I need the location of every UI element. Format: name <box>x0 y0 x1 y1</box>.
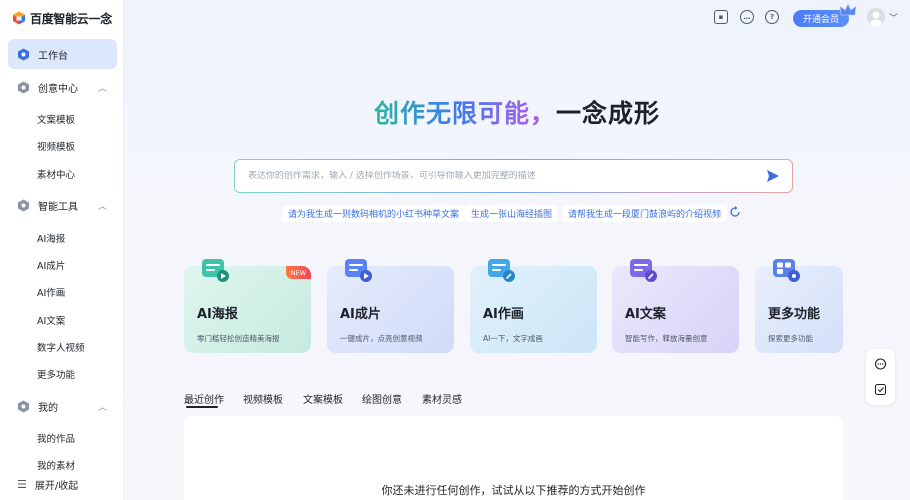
sidebar-item-ai-video[interactable]: AI成片 <box>37 258 65 272</box>
empty-state-text: 你还未进行任何创作，试试从以下推荐的方式开始创作 <box>381 484 646 497</box>
menu-icon: ☰ <box>17 478 27 491</box>
video-icon <box>345 259 372 282</box>
chevron-down-icon[interactable]: ﹀ <box>889 11 898 24</box>
feature-card-more-features[interactable]: 更多功能 探索更多功能 <box>755 259 843 353</box>
sidebar-item-more-features[interactable]: 更多功能 <box>37 367 75 381</box>
sidebar-item-ai-copywriting[interactable]: AI文案 <box>37 313 65 327</box>
card-subtitle: 探索更多功能 <box>768 334 813 343</box>
sidebar-item-ai-poster[interactable]: AI海报 <box>37 231 65 245</box>
card-title: AI成片 <box>340 307 381 322</box>
sidebar-item-video-templates[interactable]: 视频模板 <box>37 139 75 153</box>
chevron-up-icon: ︿ <box>97 83 107 94</box>
card-title: 更多功能 <box>768 307 821 322</box>
checklist-icon[interactable] <box>874 383 887 396</box>
sidebar-item-material-center[interactable]: 素材中心 <box>37 167 75 181</box>
search-input[interactable] <box>248 171 792 181</box>
poster-icon <box>202 259 229 282</box>
feature-card-ai-copywriting[interactable]: AI文案 智能写作，释放海量创意 <box>612 259 739 353</box>
hero-title: 创作无限可能，一念成形 <box>0 94 910 130</box>
feature-card-ai-poster[interactable]: NEW AI海报 零门槛轻松创造精美海报 <box>184 259 311 353</box>
sidebar-group-label: 我的 <box>38 402 58 414</box>
refresh-icon[interactable] <box>729 206 741 218</box>
more-features-icon <box>773 259 800 282</box>
sidebar-item-label: 工作台 <box>38 50 68 62</box>
collapse-label: 展开/收起 <box>34 481 79 492</box>
avatar-icon <box>870 11 882 26</box>
recent-creations-panel: 你还未进行任何创作，试试从以下推荐的方式开始创作 <box>184 416 843 500</box>
card-subtitle: AI一下，文字成画 <box>483 334 543 343</box>
avatar[interactable] <box>867 8 885 26</box>
logo[interactable]: 百度智能云一念 <box>12 9 112 27</box>
copywriting-icon <box>630 259 657 282</box>
card-subtitle: 一键成片，点亮创意视频 <box>340 334 423 343</box>
tab-copy-templates[interactable]: 文案模板 <box>303 391 343 406</box>
hero-title-dark: 一念成形 <box>556 99 661 128</box>
sidebar-item-ai-painting[interactable]: AI作画 <box>37 285 65 299</box>
chevron-up-icon: ︿ <box>97 402 107 413</box>
sidebar-collapse-toggle[interactable]: ☰ 展开/收起 <box>17 477 78 492</box>
hero-title-gradient: 创作无限可能， <box>373 99 556 128</box>
card-subtitle: 零门槛轻松创造精美海报 <box>197 334 280 343</box>
suggestion-chip[interactable]: 请为我生成一则数码相机的小红书种草文案 <box>282 205 466 222</box>
tab-material-inspiration[interactable]: 素材灵感 <box>422 391 462 406</box>
workbench-icon <box>18 48 29 60</box>
suggestion-chip[interactable]: 请帮我生成一段厦门鼓浪屿的介绍视频 <box>562 205 728 222</box>
sidebar-group-mine[interactable]: 我的 ︿ <box>8 395 117 417</box>
active-tab-indicator <box>186 406 218 408</box>
screen-icon[interactable]: ▪ <box>714 10 728 24</box>
painting-icon <box>488 259 515 282</box>
chevron-up-icon: ︿ <box>97 201 107 212</box>
sidebar-item-my-works[interactable]: 我的作品 <box>37 431 75 445</box>
floating-toolbar <box>866 349 895 405</box>
send-icon[interactable] <box>766 169 780 183</box>
message-icon[interactable]: … <box>740 10 754 24</box>
card-title: AI海报 <box>197 307 238 322</box>
card-title: AI文案 <box>625 307 666 322</box>
crown-icon <box>839 3 857 16</box>
sidebar-item-workbench[interactable]: 工作台 <box>8 39 117 69</box>
new-badge: NEW <box>286 266 311 279</box>
sidebar-group-label: 创意中心 <box>38 83 78 95</box>
creative-center-icon <box>18 81 29 93</box>
help-icon[interactable]: ? <box>765 10 779 24</box>
tab-recent-creations[interactable]: 最近创作 <box>184 391 224 406</box>
feature-card-ai-video[interactable]: AI成片 一键成片，点亮创意视频 <box>327 259 454 353</box>
feedback-icon[interactable] <box>874 358 887 371</box>
search-box <box>234 159 793 193</box>
sidebar-item-my-materials[interactable]: 我的素材 <box>37 458 75 472</box>
card-subtitle: 智能写作，释放海量创意 <box>625 334 708 343</box>
tab-video-templates[interactable]: 视频模板 <box>243 391 283 406</box>
smart-tools-icon <box>18 199 29 211</box>
sidebar-item-digital-human-video[interactable]: 数字人视频 <box>37 340 85 354</box>
suggestion-chip[interactable]: 生成一张山海经插图 <box>465 205 559 222</box>
sidebar-group-label: 智能工具 <box>38 201 78 213</box>
mine-icon <box>18 400 29 412</box>
feature-card-ai-painting[interactable]: AI作画 AI一下，文字成画 <box>470 259 597 353</box>
logo-text: 百度智能云一念 <box>30 11 112 26</box>
card-title: AI作画 <box>483 307 524 322</box>
logo-icon <box>13 11 25 25</box>
sidebar-group-smart-tools[interactable]: 智能工具 ︿ <box>8 194 117 216</box>
sidebar: 百度智能云一念 工作台 创意中心 ︿ 文案模板 视频模板 素材中心 智能工具 ︿… <box>0 0 124 500</box>
tab-drawing-ideas[interactable]: 绘图创意 <box>362 391 402 406</box>
